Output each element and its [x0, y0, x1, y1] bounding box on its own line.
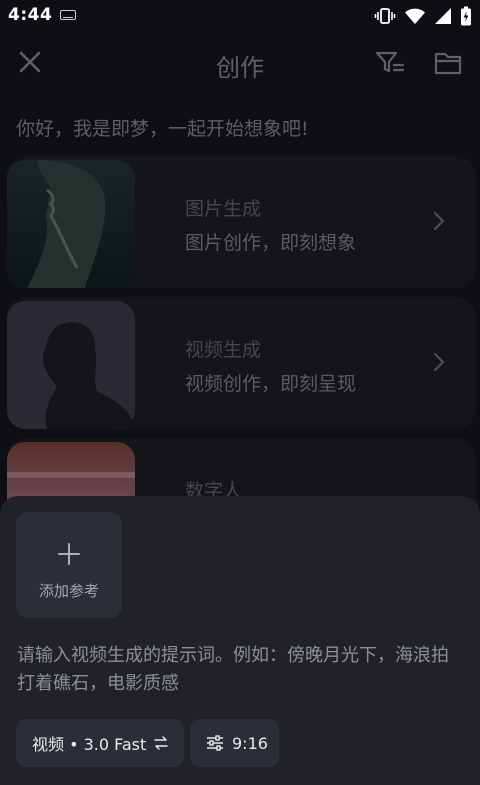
add-reference-button[interactable]: 添加参考	[16, 512, 122, 618]
model-selector-button[interactable]: 视频 • 3.0 Fast	[16, 719, 184, 767]
wifi-icon	[405, 8, 425, 24]
plus-icon	[58, 543, 80, 565]
battery-icon	[461, 6, 471, 26]
prompt-sheet: 添加参考 请输入视频生成的提示词。例如：傍晚月光下，海浪拍打着礁石，电影质感 视…	[0, 496, 480, 785]
add-reference-label: 添加参考	[38, 582, 99, 600]
filter-icon[interactable]	[374, 48, 406, 78]
card-title: 视频生成	[185, 339, 262, 361]
image-generation-card[interactable]: 图片生成 图片创作，即刻想象	[7, 156, 476, 288]
status-bar: 4:44	[0, 0, 480, 32]
folder-icon[interactable]	[432, 48, 464, 78]
model-selector-label: 视频 • 3.0 Fast	[32, 735, 147, 754]
chevron-right-icon	[433, 211, 445, 231]
video-generation-card[interactable]: 视频生成 视频创作，即刻呈现	[7, 297, 476, 429]
keyboard-icon	[60, 10, 76, 20]
image-generation-thumbnail	[7, 160, 135, 288]
page-title: 创作	[216, 54, 264, 82]
card-subtitle: 视频创作，即刻呈现	[185, 373, 357, 395]
prompt-input[interactable]: 请输入视频生成的提示词。例如：傍晚月光下，海浪拍打着礁石，电影质感	[17, 642, 465, 698]
card-subtitle: 图片创作，即刻想象	[185, 232, 357, 254]
sliders-icon	[207, 735, 223, 751]
swap-icon	[154, 736, 169, 750]
ratio-settings-button[interactable]: 9:16	[190, 719, 279, 767]
chevron-right-icon	[433, 352, 445, 372]
signal-icon	[435, 8, 451, 24]
card-title: 图片生成	[185, 198, 262, 220]
header: 创作	[0, 36, 480, 92]
status-time: 4:44	[8, 5, 53, 25]
ratio-label: 9:16	[232, 733, 268, 753]
vibrate-icon	[374, 8, 396, 24]
greeting-text: 你好，我是即梦，一起开始想象吧!	[16, 118, 309, 140]
status-icons	[374, 6, 472, 26]
video-generation-thumbnail	[7, 301, 135, 429]
